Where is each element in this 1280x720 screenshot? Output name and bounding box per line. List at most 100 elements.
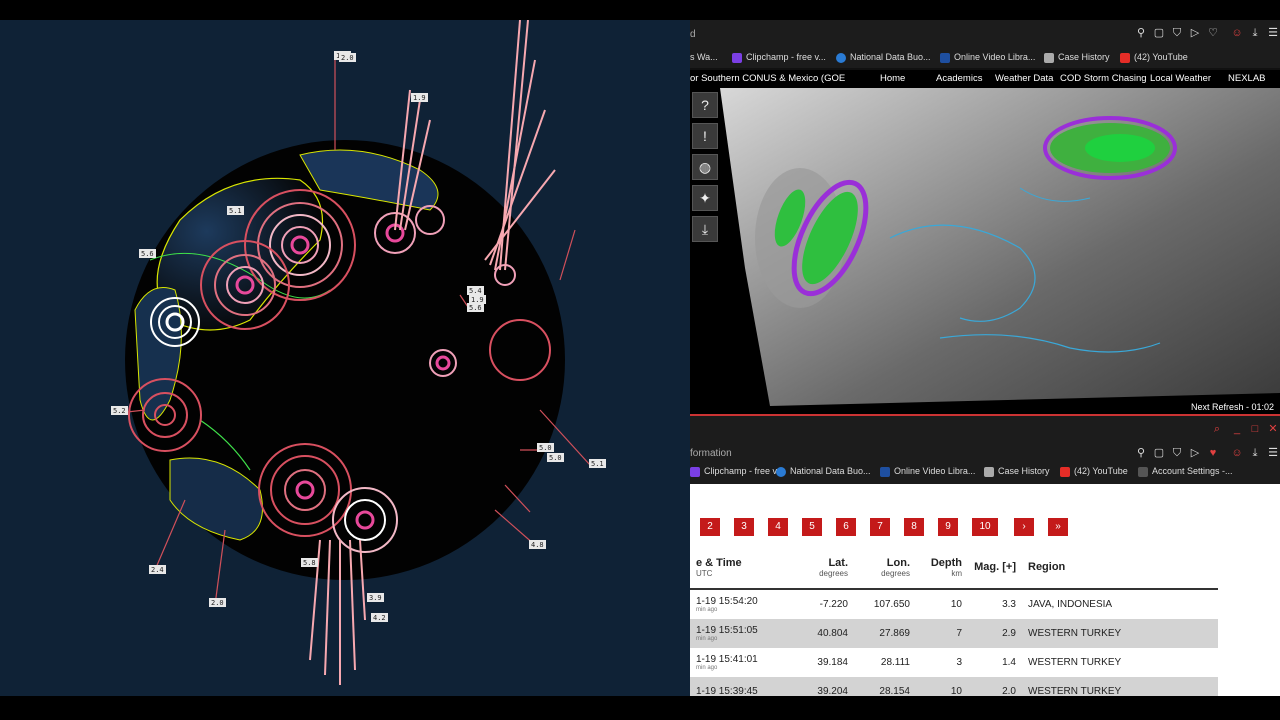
row-lon: 107.650 [873, 599, 910, 610]
table-row[interactable]: 1-19 15:54:20 min ago -7.220 107.650 10 3… [690, 589, 1218, 619]
row-mag: 1.4 [1002, 657, 1016, 668]
shield-icon[interactable]: ⛉ [1170, 446, 1184, 460]
row-depth: 10 [916, 677, 968, 696]
page-3[interactable]: 3 [734, 518, 754, 536]
menu-icon[interactable]: ☰ [1266, 446, 1280, 460]
last-page-button[interactable]: » [1048, 518, 1068, 536]
snapshot-icon[interactable]: ▢ [1152, 446, 1166, 460]
col-lon[interactable]: Lon. degrees [854, 546, 916, 590]
account-icon[interactable]: ☺ [1230, 26, 1244, 40]
clipchamp-icon [732, 52, 742, 63]
pin-icon[interactable]: ⚲ [1134, 446, 1148, 460]
page-10[interactable]: 10 [972, 518, 998, 536]
nav-weather-data[interactable]: Weather Data [995, 73, 1053, 84]
magnitude-tag-text: 2.0 [341, 54, 354, 62]
earthquake-browser-window[interactable]: ⌕ _ □ ✕ formation ⚲ ▢ ⛉ ▷ ♥ ☺ ⤓ ☰ Clipch… [690, 414, 1280, 696]
nav-academics[interactable]: Academics [936, 73, 982, 84]
col-mag[interactable]: Mag. [+] [968, 546, 1022, 590]
table-row[interactable]: 1-19 15:39:45 39.204 28.154 10 2.0 WESTE… [690, 677, 1218, 696]
col-depth[interactable]: Depth km [916, 546, 968, 590]
row-lon: 28.111 [880, 657, 910, 668]
minimize-icon[interactable]: _ [1230, 422, 1244, 436]
bookmark-item[interactable]: (42) YouTube [1060, 466, 1128, 477]
play-icon[interactable]: ▷ [1188, 446, 1202, 460]
page-6[interactable]: 6 [836, 518, 856, 536]
bookmark-item[interactable]: National Data Buo... [836, 52, 931, 63]
tab-title[interactable]: formation [690, 448, 732, 459]
close-icon[interactable]: ✕ [1266, 422, 1280, 436]
page-5[interactable]: 5 [802, 518, 822, 536]
site-nav-bar: or Southern CONUS & Mexico (GOE Home Aca… [690, 70, 1280, 88]
row-region[interactable]: WESTERN TURKEY [1022, 677, 1218, 696]
earthquake-globe-view[interactable]: 1.9 5.0 5.0 5.1 5.2 5.8 5.1 5.4 5.6 4.8 2.4 2.0 2.0 1… [0, 20, 690, 696]
jw-icon [880, 466, 890, 477]
snapshot-icon[interactable]: ▢ [1152, 26, 1166, 40]
clipchamp-icon [690, 466, 700, 477]
satellite-icon[interactable]: ✦ [692, 185, 718, 211]
table-row[interactable]: 1-19 15:41:01 min ago 39.184 28.111 3 1.4… [690, 648, 1218, 677]
tab-title[interactable]: d [690, 29, 696, 40]
magnitude-tag: 5.6 [139, 249, 156, 258]
magnitude-tag: 5.2 [111, 406, 128, 415]
next-page-button[interactable]: › [1014, 518, 1034, 536]
bookmark-item[interactable]: Online Video Libra... [940, 52, 1035, 63]
shield-icon[interactable]: ⛉ [1170, 26, 1184, 40]
bookmark-item[interactable]: Case History [1044, 52, 1110, 63]
menu-icon[interactable]: ☰ [1266, 26, 1280, 40]
nav-storm-chasing[interactable]: COD Storm Chasing [1060, 73, 1147, 84]
page-4[interactable]: 4 [768, 518, 788, 536]
table-header-row: e & Time UTC Lat. degrees Lon. degrees Dept… [690, 546, 1218, 590]
bookmark-item[interactable]: National Data Buo... [776, 466, 871, 477]
bookmark-item[interactable]: Clipchamp - free v... [732, 52, 826, 63]
magnitude-tag-text: 4.8 [531, 541, 544, 549]
col-lat[interactable]: Lat. degrees [792, 546, 854, 590]
play-icon[interactable]: ▷ [1188, 26, 1202, 40]
download-icon[interactable]: ⤓ [692, 216, 718, 242]
nav-home[interactable]: Home [880, 73, 905, 84]
bookmark-item[interactable]: Case History [984, 466, 1050, 477]
nav-local-weather[interactable]: Local Weather [1150, 73, 1211, 84]
bookmark-item[interactable]: Account Settings -... [1138, 466, 1233, 477]
heart-icon[interactable]: ♥ [1206, 446, 1220, 460]
alert-icon[interactable]: ! [692, 123, 718, 149]
bookmark-item[interactable]: Clipchamp - free v... [690, 466, 784, 477]
earthquake-list-page: 2 3 4 5 6 7 8 9 10 › » e & Time UTC Lat. d… [690, 484, 1280, 696]
globe-icon[interactable]: ◍ [692, 154, 718, 180]
magnitude-tag-text: 1.9 [413, 94, 426, 102]
help-icon[interactable]: ? [692, 92, 718, 118]
satellite-image[interactable]: ? ! ◍ ✦ ⤓ Next Refresh - 01:02 [690, 88, 1280, 414]
satellite-browser-window[interactable]: d ⚲ ▢ ⛉ ▷ ♡ ☺ ⤓ ☰ s Wa... Clipchamp - fr… [690, 20, 1280, 414]
page-2[interactable]: 2 [700, 518, 720, 536]
bookmark-item[interactable]: s Wa... [690, 52, 718, 62]
page-8[interactable]: 8 [904, 518, 924, 536]
magnitude-tag: 2.0 [339, 53, 356, 62]
row-region[interactable]: JAVA, INDONESIA [1022, 589, 1218, 619]
youtube-icon [1060, 466, 1070, 477]
globe-canvas[interactable]: 1.9 5.0 5.0 5.1 5.2 5.8 5.1 5.4 5.6 4.8 2.4 2.0 2.0 1… [0, 20, 690, 696]
browser-toolbar: d ⚲ ▢ ⛉ ▷ ♡ ☺ ⤓ ☰ [690, 20, 1280, 48]
noaa-icon [776, 466, 786, 477]
map-tool-panel: ? ! ◍ ✦ ⤓ [690, 88, 718, 242]
col-time[interactable]: e & Time UTC [690, 546, 792, 590]
page-9[interactable]: 9 [938, 518, 958, 536]
row-time: 1-19 15:51:05 min ago [690, 619, 792, 648]
nav-nexlab[interactable]: NEXLAB [1228, 73, 1266, 84]
bookmark-item[interactable]: Online Video Libra... [880, 466, 975, 477]
row-region[interactable]: WESTERN TURKEY [1022, 648, 1218, 677]
magnitude-tag: 3.9 [367, 593, 384, 602]
page-7[interactable]: 7 [870, 518, 890, 536]
row-region[interactable]: WESTERN TURKEY [1022, 619, 1218, 648]
maximize-icon[interactable]: □ [1248, 422, 1262, 436]
download-icon[interactable]: ⤓ [1248, 26, 1262, 40]
search-icon[interactable]: ⌕ [1210, 422, 1224, 436]
pin-icon[interactable]: ⚲ [1134, 26, 1148, 40]
bookmark-item[interactable]: (42) YouTube [1120, 52, 1188, 63]
jw-icon [940, 52, 950, 63]
download-icon[interactable]: ⤓ [1248, 446, 1262, 460]
magnitude-tag-text: 4.2 [373, 614, 386, 622]
magnitude-tag: 5.0 [537, 443, 554, 452]
col-region[interactable]: Region [1022, 546, 1218, 590]
heart-icon[interactable]: ♡ [1206, 26, 1220, 40]
account-icon[interactable]: ☺ [1230, 446, 1244, 460]
table-row[interactable]: 1-19 15:51:05 min ago 40.804 27.869 7 2.9… [690, 619, 1218, 648]
